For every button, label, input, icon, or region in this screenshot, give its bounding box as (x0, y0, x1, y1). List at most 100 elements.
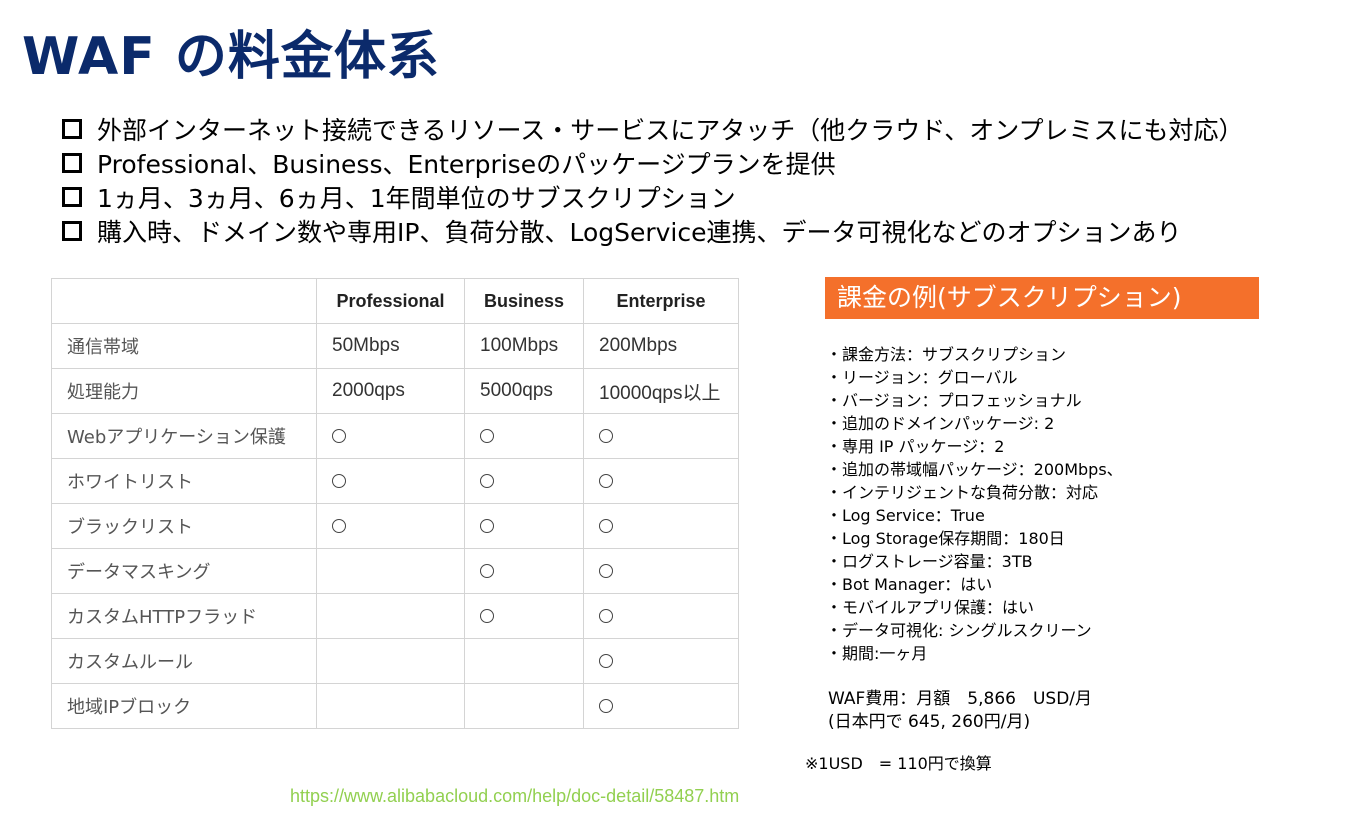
billing-detail-item: ・ログストレージ容量：3TB (826, 552, 1033, 571)
billing-detail-item: ・バージョン：プロフェッショナル (826, 391, 1082, 410)
conversion-note: ※1USD = 110円で換算 (805, 754, 992, 773)
availability-cell (316, 458, 465, 504)
circle-check-icon (480, 608, 494, 623)
availability-cell (316, 683, 465, 729)
circle-check-icon (599, 428, 613, 443)
billing-detail-item: ・インテリジェントな負荷分散：対応 (826, 483, 1099, 502)
cost-jpy: (日本円で 645, 260円/月) (828, 712, 1031, 732)
bullet-text: 1ヵ月、3ヵ月、6ヵ月、1年間単位のサブスクリプション (97, 184, 736, 213)
circle-check-icon (599, 653, 613, 668)
circle-check-icon (599, 518, 613, 533)
feature-cell: データマスキング (51, 548, 317, 594)
bullet-text: Professional、Business、Enterpriseのパッケージプラ… (97, 150, 836, 179)
circle-check-icon (599, 608, 613, 623)
header-cell-business: Business (464, 278, 584, 324)
billing-detail-item: ・課金方法：サブスクリプション (826, 345, 1067, 364)
availability-cell (316, 548, 465, 594)
feature-cell: ブラックリスト (51, 503, 317, 549)
availability-cell (583, 503, 739, 549)
feature-cell: ホワイトリスト (51, 458, 317, 504)
checkbox-icon (62, 221, 82, 241)
circle-check-icon (332, 428, 346, 443)
billing-detail-item: ・Log Storage保存期間：180日 (826, 529, 1065, 548)
checkbox-icon (62, 119, 82, 139)
bullet-item: 外部インターネット接続できるリソース・サービスにアタッチ（他クラウド、オンプレミ… (62, 112, 1244, 146)
bullet-item: 1ヵ月、3ヵ月、6ヵ月、1年間単位のサブスクリプション (62, 180, 1244, 214)
feature-cell: 処理能力 (51, 368, 317, 414)
billing-detail-item: ・Log Service：True (826, 506, 985, 525)
billing-detail-item: ・追加のドメインパッケージ: 2 (826, 414, 1055, 433)
feature-cell: カスタムHTTPフラッド (51, 593, 317, 639)
availability-cell (464, 458, 584, 504)
table-row: カスタムHTTPフラッド (51, 593, 739, 639)
header-cell-enterprise: Enterprise (583, 278, 739, 324)
availability-cell (464, 503, 584, 549)
source-link[interactable]: https://www.alibabacloud.com/help/doc-de… (290, 786, 739, 807)
billing-detail-item: ・リージョン：グローバル (826, 368, 1018, 387)
bullet-item: 購入時、ドメイン数や専用IP、負荷分散、LogService連携、データ可視化な… (62, 214, 1244, 248)
availability-cell (464, 413, 584, 459)
circle-check-icon (480, 518, 494, 533)
bullet-text: 購入時、ドメイン数や専用IP、負荷分散、LogService連携、データ可視化な… (97, 218, 1182, 247)
circle-check-icon (332, 518, 346, 533)
circle-check-icon (599, 698, 613, 713)
circle-check-icon (332, 473, 346, 488)
table-row: 地域IPブロック (51, 683, 739, 729)
availability-cell (316, 413, 465, 459)
billing-details-list: ・課金方法：サブスクリプション ・リージョン：グローバル・バージョン：プロフェッシ… (826, 343, 1123, 665)
table-row: ホワイトリスト (51, 458, 739, 504)
billing-detail-item: ・Bot Manager：はい (826, 575, 993, 594)
availability-cell (583, 638, 739, 684)
table-row: Webアプリケーション保護 (51, 413, 739, 459)
circle-check-icon (480, 473, 494, 488)
bullet-item: Professional、Business、Enterpriseのパッケージプラ… (62, 146, 1244, 180)
cost-monthly: WAF費用：月額 5,866 USD/月 (828, 689, 1093, 709)
availability-cell (583, 548, 739, 594)
availability-cell (464, 638, 584, 684)
billing-example-header: 課金の例(サブスクリプション) (825, 277, 1259, 319)
availability-cell (583, 413, 739, 459)
table-header-row: Professional Business Enterprise (51, 278, 739, 324)
feature-cell: 地域IPブロック (51, 683, 317, 729)
bullet-list: 外部インターネット接続できるリソース・サービスにアタッチ（他クラウド、オンプレミ… (62, 112, 1244, 248)
availability-cell (316, 638, 465, 684)
header-cell-professional: Professional (316, 278, 465, 324)
value-cell: 200Mbps (583, 323, 739, 369)
plan-comparison-table: Professional Business Enterprise 通信帯域 50M… (51, 278, 739, 729)
billing-detail-item: ・モバイルアプリ保護：はい (826, 598, 1035, 617)
circle-check-icon (480, 563, 494, 578)
checkbox-icon (62, 187, 82, 207)
circle-check-icon (480, 428, 494, 443)
availability-cell (464, 548, 584, 594)
feature-cell: Webアプリケーション保護 (51, 413, 317, 459)
billing-detail-item: ・追加の帯域幅パッケージ：200Mbps、 (826, 460, 1123, 479)
availability-cell (464, 593, 584, 639)
header-cell-blank (51, 278, 317, 324)
cost-summary: WAF費用：月額 5,866 USD/月 (日本円で 645, 260円/月) (828, 688, 1092, 734)
availability-cell (583, 458, 739, 504)
availability-cell (316, 503, 465, 549)
checkbox-icon (62, 153, 82, 173)
circle-check-icon (599, 473, 613, 488)
value-cell: 2000qps (316, 368, 465, 414)
page-title: WAF の料金体系 (22, 27, 440, 87)
billing-detail-item: ・期間:一ヶ月 (826, 644, 928, 663)
circle-check-icon (599, 563, 613, 578)
value-cell: 10000qps以上 (583, 368, 739, 414)
value-cell: 5000qps (464, 368, 584, 414)
bullet-text: 外部インターネット接続できるリソース・サービスにアタッチ（他クラウド、オンプレミ… (97, 116, 1244, 145)
table-row: カスタムルール (51, 638, 739, 684)
availability-cell (583, 683, 739, 729)
feature-cell: カスタムルール (51, 638, 317, 684)
availability-cell (464, 683, 584, 729)
billing-detail-item: ・専用 IP パッケージ：2 (826, 437, 1005, 456)
feature-cell: 通信帯域 (51, 323, 317, 369)
billing-detail-item: ・データ可視化: シングルスクリーン (826, 621, 1092, 640)
table-row: ブラックリスト (51, 503, 739, 549)
value-cell: 50Mbps (316, 323, 465, 369)
availability-cell (583, 593, 739, 639)
table-row: 処理能力 2000qps 5000qps 10000qps以上 (51, 368, 739, 414)
availability-cell (316, 593, 465, 639)
value-cell: 100Mbps (464, 323, 584, 369)
table-row: データマスキング (51, 548, 739, 594)
